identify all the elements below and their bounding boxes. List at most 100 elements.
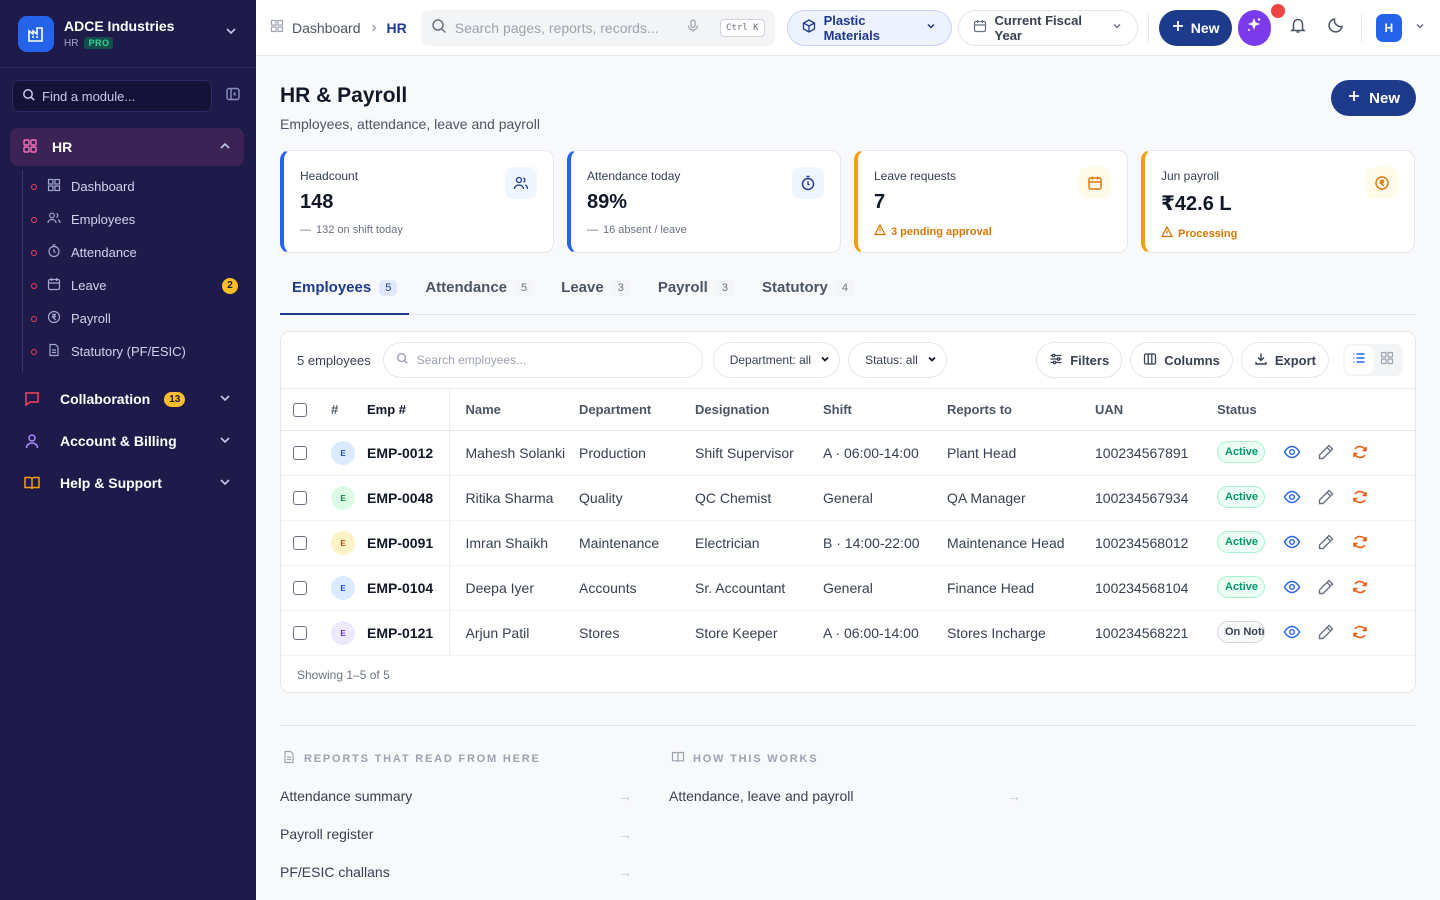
sidebar-section-account-billing[interactable]: Account & Billing (10, 420, 244, 462)
coin-icon (47, 310, 61, 327)
link-label: Attendance summary (280, 788, 413, 804)
sidebar-section-collaboration[interactable]: Collaboration 13 (10, 378, 244, 420)
eye-icon[interactable] (1283, 623, 1301, 644)
employee-id[interactable]: EMP-0091 (367, 520, 450, 566)
chat-icon (18, 385, 46, 413)
section-label: Help & Support (60, 475, 162, 491)
kpi-value: 148 (300, 191, 334, 213)
employee-id[interactable]: EMP-0121 (367, 610, 450, 656)
list-view-button[interactable] (1345, 346, 1373, 374)
table-row[interactable]: E EMP-0091 Imran Shaikh Maintenance Elec… (281, 520, 1415, 566)
refresh-icon[interactable] (1351, 488, 1369, 509)
status-badge: On Notice (1217, 620, 1265, 643)
breadcrumb-dashboard-link[interactable]: Dashboard (292, 20, 361, 36)
select-all-checkbox[interactable] (293, 402, 307, 417)
employee-department: Maintenance (579, 520, 695, 566)
page-title: HR & Payroll (280, 84, 408, 107)
employee-id[interactable]: EMP-0012 (367, 430, 450, 476)
row-checkbox[interactable] (293, 491, 307, 505)
company-filter-dropdown[interactable]: Plastic Materials (786, 9, 952, 46)
tab-leave[interactable]: Leave 3 (549, 279, 642, 315)
box-icon (802, 19, 816, 36)
export-button[interactable]: Export (1240, 342, 1329, 378)
pencil-icon[interactable] (1317, 443, 1335, 464)
eye-icon[interactable] (1283, 533, 1301, 554)
employee-search-input[interactable]: Search employees... (382, 342, 703, 378)
column-header[interactable]: Department (579, 388, 695, 431)
refresh-icon[interactable] (1351, 578, 1369, 599)
refresh-icon[interactable] (1351, 623, 1369, 644)
kpi-card-leave-requests[interactable]: Leave requests 7 3 pending approval (854, 150, 1128, 253)
column-header[interactable]: Status (1217, 388, 1283, 431)
sidebar-collapse-button[interactable] (222, 85, 244, 107)
pencil-icon[interactable] (1317, 533, 1335, 554)
filters-button[interactable]: Filters (1036, 342, 1123, 378)
tab-statutory[interactable]: Statutory 4 (750, 279, 866, 315)
column-header[interactable]: Designation (695, 388, 823, 431)
pencil-icon[interactable] (1317, 623, 1335, 644)
theme-toggle-button[interactable] (1319, 10, 1353, 46)
notifications-button[interactable] (1281, 10, 1315, 46)
row-checkbox[interactable] (293, 536, 307, 550)
tab-attendance[interactable]: Attendance 5 (413, 279, 545, 315)
column-header[interactable]: UAN (1095, 388, 1217, 431)
global-search-input[interactable]: Search pages, reports, records... Ctrl K (420, 9, 775, 46)
report-link-attendance-summary[interactable]: Attendance summary → (280, 777, 636, 815)
row-checkbox[interactable] (293, 446, 307, 460)
tab-count: 4 (835, 280, 854, 296)
user-avatar[interactable]: H (1375, 13, 1403, 42)
microphone-icon[interactable] (686, 19, 700, 36)
employee-id[interactable]: EMP-0104 (367, 565, 450, 611)
tab-employees[interactable]: Employees 5 (280, 279, 410, 315)
grid-view-button[interactable] (1373, 346, 1401, 374)
kpi-card-payroll[interactable]: Jun payroll ₹42.6 L Processing (1141, 150, 1415, 253)
warning-icon (873, 223, 887, 239)
table-row[interactable]: E EMP-0104 Deepa Iyer Accounts Sr. Accou… (281, 565, 1415, 611)
column-header[interactable]: Name (449, 388, 579, 431)
new-button[interactable]: New (1331, 80, 1416, 116)
eye-icon[interactable] (1283, 578, 1301, 599)
chevron-down-icon[interactable] (1414, 19, 1426, 37)
sidebar-item-payroll[interactable]: Payroll (23, 302, 244, 335)
row-checkbox[interactable] (293, 581, 307, 595)
column-header[interactable]: Emp # (367, 388, 450, 431)
chevron-down-icon (224, 24, 238, 43)
employee-id[interactable]: EMP-0048 (367, 475, 450, 521)
brand-switcher[interactable]: ADCE Industries HR PRO (0, 0, 256, 68)
help-link-attendance-leave-payroll[interactable]: Attendance, leave and payroll → (669, 777, 1025, 815)
eye-icon[interactable] (1283, 488, 1301, 509)
kpi-card-attendance[interactable]: Attendance today 89% — 16 absent / leave (567, 150, 841, 253)
new-button-top[interactable]: New (1158, 9, 1232, 46)
ai-assistant-button[interactable] (1237, 3, 1286, 46)
report-link-payroll-register[interactable]: Payroll register → (280, 815, 636, 853)
table-row[interactable]: E EMP-0012 Mahesh Solanki Production Shi… (281, 430, 1415, 476)
period-filter-dropdown[interactable]: Current Fiscal Year (957, 9, 1138, 46)
sidebar-item-dashboard[interactable]: Dashboard (23, 170, 244, 203)
pencil-icon[interactable] (1317, 578, 1335, 599)
kpi-card-headcount[interactable]: Headcount 148 — 132 on shift today (280, 150, 554, 253)
table-row[interactable]: E EMP-0048 Ritika Sharma Quality QC Chem… (281, 475, 1415, 521)
eye-icon[interactable] (1283, 443, 1301, 464)
refresh-icon[interactable] (1351, 443, 1369, 464)
sidebar-item-statutory[interactable]: Statutory (PF/ESIC) (23, 335, 244, 368)
sidebar-item-employees[interactable]: Employees (23, 203, 244, 236)
table-row[interactable]: E EMP-0121 Arjun Patil Stores Store Keep… (281, 610, 1415, 656)
employee-name: Imran Shaikh (449, 520, 579, 566)
dash-icon: — (587, 224, 598, 236)
tab-payroll[interactable]: Payroll 3 (646, 279, 746, 315)
sidebar-item-leave[interactable]: Leave 2 (23, 269, 244, 302)
sidebar-item-attendance[interactable]: Attendance (23, 236, 244, 269)
module-search-input[interactable]: Find a module... (12, 80, 212, 112)
pencil-icon[interactable] (1317, 488, 1335, 509)
row-checkbox[interactable] (293, 626, 307, 640)
sidebar-section-help-support[interactable]: Help & Support (10, 462, 244, 504)
column-header[interactable]: Shift (823, 388, 947, 431)
employee-reports-to: Maintenance Head (947, 520, 1095, 566)
report-link-pf-esic-challans[interactable]: PF/ESIC challans → (280, 853, 636, 891)
columns-button[interactable]: Columns (1130, 342, 1233, 378)
sidebar-group-hr[interactable]: HR (10, 128, 244, 166)
column-header[interactable]: Reports to (947, 388, 1095, 431)
refresh-icon[interactable] (1351, 533, 1369, 554)
department-filter-select[interactable]: Department: all (712, 342, 841, 378)
status-filter-select[interactable]: Status: all (848, 342, 947, 378)
